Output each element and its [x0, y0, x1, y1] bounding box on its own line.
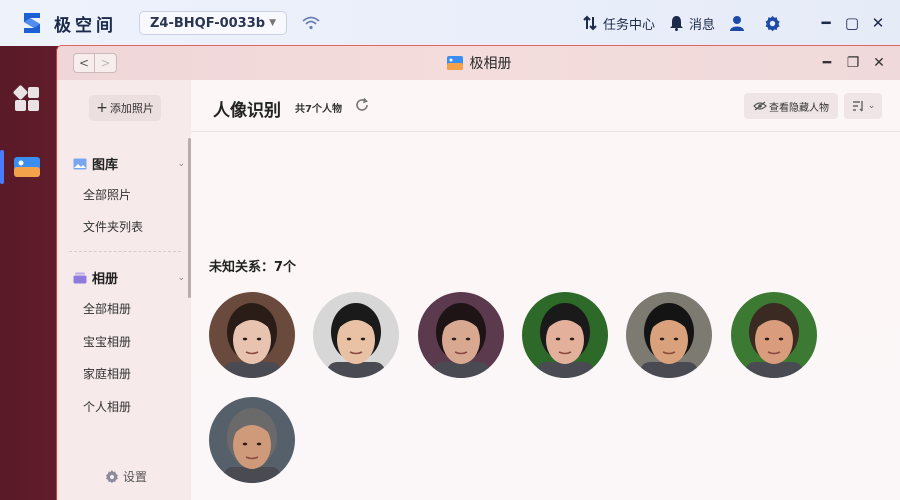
- wifi-icon: [302, 16, 320, 30]
- app-logo-icon: [24, 13, 40, 33]
- photo-app-window: < > 极相册 ━ ❐ ✕ + 添加照片 图库 ⌄ 全部照片 文件夹列表 相册 …: [56, 45, 900, 500]
- left-dock: [0, 46, 56, 500]
- sidebar-item-baby-album[interactable]: 宝宝相册: [83, 333, 131, 350]
- main-content: 人像识别 共7个人物 查看隐藏人物 ⌄ 未知关系：7个: [191, 80, 900, 500]
- person-face-thumbnail[interactable]: [313, 292, 399, 378]
- apps-grid-icon[interactable]: [12, 84, 42, 114]
- add-photos-button[interactable]: + 添加照片: [89, 95, 161, 121]
- person-face-image: [522, 292, 608, 378]
- forward-button[interactable]: >: [95, 53, 117, 73]
- minimize-button[interactable]: ━: [814, 14, 838, 32]
- close-button[interactable]: ✕: [866, 14, 890, 32]
- person-face-thumbnail[interactable]: [626, 292, 712, 378]
- settings-label: 设置: [123, 470, 148, 484]
- bell-icon: [669, 16, 683, 31]
- messages-label: 消息: [688, 17, 715, 33]
- sidebar-item-folder-list[interactable]: 文件夹列表: [83, 218, 143, 235]
- photo-album-icon[interactable]: [12, 152, 42, 182]
- sidebar-item-personal-album[interactable]: 个人相册: [83, 398, 131, 415]
- window-title-text: 极相册: [469, 56, 512, 72]
- album-stack-icon: [73, 272, 87, 283]
- user-icon: [730, 16, 744, 31]
- sidebar-divider: [69, 251, 181, 252]
- image-icon: [73, 158, 87, 169]
- chevron-down-icon: ▼: [269, 18, 276, 28]
- page-title: 人像识别: [213, 101, 281, 121]
- photo-album-icon: [446, 56, 463, 70]
- sidebar-item-all-albums[interactable]: 全部相册: [83, 300, 131, 317]
- person-face-image: [626, 292, 712, 378]
- window-minimize-button[interactable]: ━: [814, 55, 840, 71]
- view-hidden-label: 查看隐藏人物: [769, 102, 829, 114]
- gear-icon: [765, 15, 780, 31]
- device-name: Z4-BHQF-0033b: [150, 15, 266, 31]
- sort-icon: [852, 101, 863, 112]
- sidebar-group-gallery[interactable]: 图库 ⌄: [73, 154, 185, 173]
- refresh-icon[interactable]: [355, 98, 369, 112]
- person-face-image: [313, 292, 399, 378]
- messages-button[interactable]: 消息: [669, 14, 715, 33]
- sort-menu-button[interactable]: ⌄: [844, 93, 882, 119]
- maximize-button[interactable]: ▢: [840, 14, 864, 32]
- main-header: 人像识别 共7个人物 查看隐藏人物 ⌄: [191, 80, 900, 132]
- sidebar-group-albums[interactable]: 相册 ⌄: [73, 268, 185, 287]
- person-face-thumbnail[interactable]: [731, 292, 817, 378]
- person-face-thumbnail[interactable]: [522, 292, 608, 378]
- sidebar-item-family-album[interactable]: 家庭相册: [83, 365, 131, 382]
- system-topbar: 极空间 Z4-BHQF-0033b ▼ 任务中心 消息 ━ ▢ ✕: [0, 0, 900, 46]
- app-settings-button[interactable]: 设置: [105, 468, 147, 485]
- device-selector[interactable]: Z4-BHQF-0033b ▼: [139, 11, 287, 35]
- sidebar-item-all-photos[interactable]: 全部照片: [83, 186, 131, 203]
- view-hidden-people-button[interactable]: 查看隐藏人物: [744, 93, 838, 119]
- brand-name: 极空间: [54, 15, 117, 36]
- eye-off-icon: [753, 101, 767, 111]
- person-face-image: [731, 292, 817, 378]
- person-face-thumbnail[interactable]: [209, 292, 295, 378]
- window-titlebar: < > 极相册 ━ ❐ ✕: [57, 46, 900, 80]
- gallery-group-label: 图库: [92, 158, 119, 173]
- chevron-down-icon: ⌄: [177, 272, 185, 283]
- back-button[interactable]: <: [73, 53, 95, 73]
- album-group-label: 相册: [92, 272, 119, 287]
- person-count: 共7个人物: [295, 104, 342, 115]
- person-face-thumbnail[interactable]: [209, 397, 295, 483]
- plus-icon: +: [96, 100, 108, 116]
- chevron-down-icon: ⌄: [177, 158, 185, 169]
- window-close-button[interactable]: ✕: [866, 55, 892, 71]
- window-restore-button[interactable]: ❐: [840, 55, 866, 71]
- dock-active-indicator: [0, 150, 4, 184]
- transfer-arrows-icon: [583, 15, 597, 31]
- person-face-image: [418, 292, 504, 378]
- user-button[interactable]: [729, 15, 750, 31]
- window-title: 极相册: [57, 53, 900, 73]
- sidebar: + 添加照片 图库 ⌄ 全部照片 文件夹列表 相册 ⌄ 全部相册 宝宝相册 家庭…: [57, 80, 191, 500]
- person-face-thumbnail[interactable]: [418, 292, 504, 378]
- task-center-label: 任务中心: [602, 17, 655, 33]
- task-center-button[interactable]: 任务中心: [582, 14, 655, 33]
- person-face-image: [209, 292, 295, 378]
- chevron-down-icon: ⌄: [867, 101, 876, 111]
- gear-icon: [105, 469, 118, 483]
- person-face-image: [209, 397, 295, 483]
- unknown-relation-label: 未知关系：7个: [209, 260, 297, 275]
- settings-button[interactable]: [764, 15, 786, 32]
- add-photos-label: 添加照片: [109, 102, 154, 115]
